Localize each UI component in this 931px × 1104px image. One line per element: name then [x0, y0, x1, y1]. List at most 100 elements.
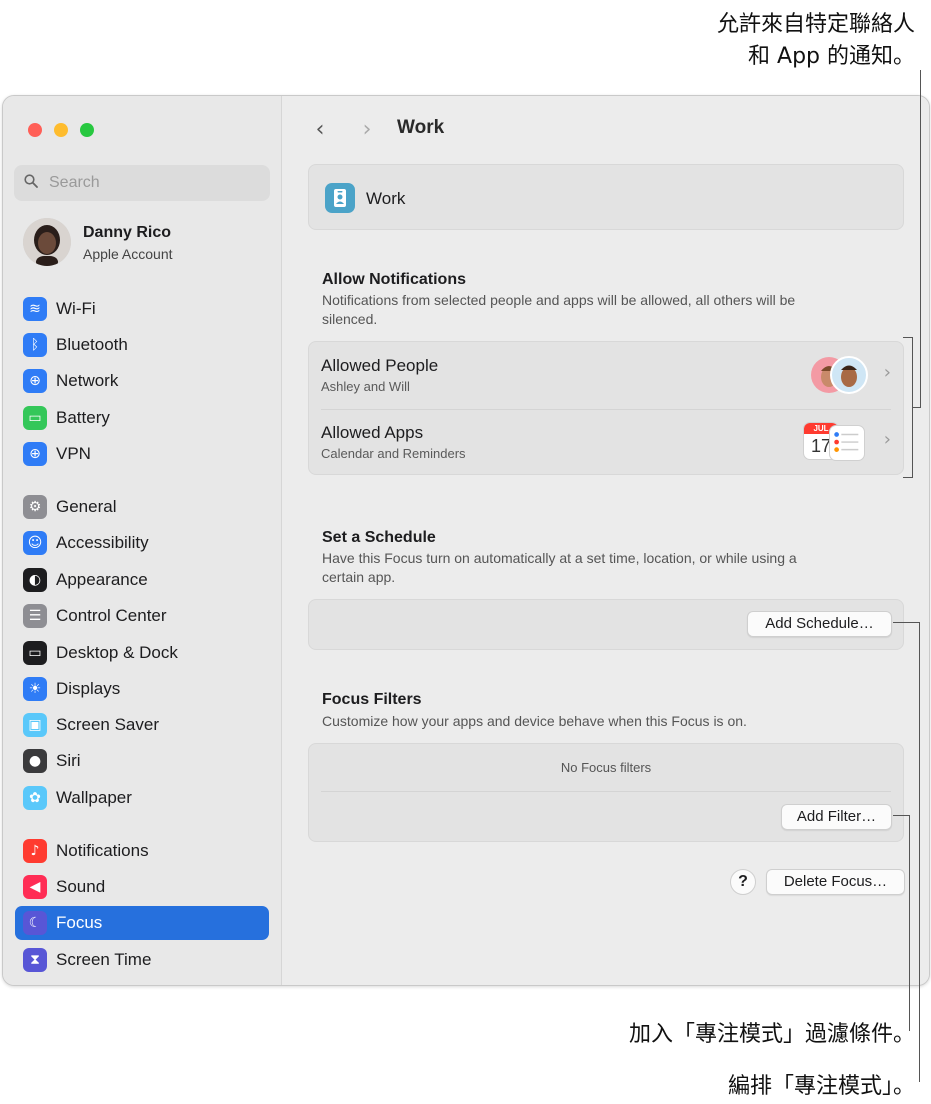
- sidebar-item-siri[interactable]: ● Siri: [15, 744, 269, 778]
- allow-notifications-title: Allow Notifications: [322, 271, 466, 288]
- chevron-right-icon: ›: [883, 429, 891, 450]
- sidebar-item-network[interactable]: ⊕ Network: [15, 364, 269, 398]
- callout-allow-line2: 和 App 的通知。: [748, 44, 915, 69]
- back-button[interactable]: ‹: [308, 116, 332, 144]
- wifi-icon: ≋: [23, 297, 47, 321]
- sidebar-item-label: Siri: [56, 751, 81, 770]
- no-focus-filters-text: No Focus filters: [560, 760, 652, 775]
- search-placeholder: Search: [49, 174, 100, 191]
- close-window-button[interactable]: [28, 123, 42, 137]
- search-field[interactable]: Search: [14, 165, 270, 201]
- people-avatars-icon: [809, 355, 871, 395]
- reminders-app-icon: [829, 425, 865, 461]
- help-button[interactable]: ?: [730, 869, 756, 895]
- gear-icon: ⚙: [23, 495, 47, 519]
- sidebar-item-displays[interactable]: ☀ Displays: [15, 672, 269, 706]
- bracket-vertical: [912, 337, 913, 478]
- sidebar-item-label: General: [56, 497, 117, 516]
- control-center-icon: ☰: [23, 604, 47, 628]
- callout-line-schedule-v: [919, 622, 920, 1082]
- sidebar-item-label: Network: [56, 371, 119, 390]
- focus-name: Work: [366, 189, 406, 208]
- sidebar-item-focus[interactable]: ☾ Focus: [15, 906, 269, 940]
- sidebar-item-label: VPN: [56, 444, 91, 463]
- apple-account[interactable]: Danny Rico Apple Account: [23, 218, 273, 268]
- siri-icon: ●: [23, 749, 47, 773]
- sidebar-item-notifications[interactable]: ♪ Notifications: [15, 834, 269, 868]
- search-icon: [24, 174, 38, 188]
- callout-filter: 加入「專注模式」過濾條件。: [628, 1022, 915, 1047]
- bracket-bottom: [903, 477, 913, 478]
- vpn-globe-icon: ⊕: [23, 442, 47, 466]
- flower-icon: ✿: [23, 786, 47, 810]
- sidebar-item-label: Wi-Fi: [56, 299, 96, 318]
- appearance-icon: ◐: [23, 568, 47, 592]
- sidebar-item-screen-time[interactable]: ⧗ Screen Time: [15, 943, 269, 977]
- screen-saver-icon: ▣: [23, 713, 47, 737]
- sidebar-item-sound[interactable]: ◀ Sound: [15, 870, 269, 904]
- add-filter-button[interactable]: Add Filter…: [781, 804, 892, 830]
- avatar: [23, 218, 71, 266]
- allowed-apps-row[interactable]: Allowed Apps Calendar and Reminders JUL …: [309, 409, 903, 476]
- allowed-people-title: Allowed People: [321, 356, 439, 375]
- sidebar-item-wi-fi[interactable]: ≋ Wi-Fi: [15, 292, 269, 326]
- moon-icon: ☾: [23, 911, 47, 935]
- page-title: Work: [397, 117, 445, 138]
- account-subtitle: Apple Account: [83, 246, 173, 262]
- sidebar-item-battery[interactable]: ▭ Battery: [15, 401, 269, 435]
- sidebar-item-bluetooth[interactable]: ᛒ Bluetooth: [15, 328, 269, 362]
- callout-line-top: [920, 70, 921, 408]
- schedule-card: Add Schedule…: [308, 599, 904, 650]
- id-badge-icon: [325, 183, 355, 213]
- sidebar-item-label: Screen Saver: [56, 715, 159, 734]
- sidebar-item-label: Battery: [56, 408, 110, 427]
- delete-focus-button[interactable]: Delete Focus…: [766, 869, 905, 895]
- sidebar-item-vpn[interactable]: ⊕ VPN: [15, 437, 269, 471]
- sidebar-item-label: Sound: [56, 877, 106, 896]
- sun-icon: ☀: [23, 677, 47, 701]
- allowed-apps-subtitle: Calendar and Reminders: [321, 446, 466, 461]
- chevron-right-icon: ›: [883, 362, 891, 383]
- schedule-desc: Have this Focus turn on automatically at…: [322, 550, 797, 585]
- sidebar-item-label: Notifications: [56, 841, 149, 860]
- sidebar-item-label: Wallpaper: [56, 788, 132, 807]
- focus-filters-title: Focus Filters: [322, 691, 422, 708]
- sidebar-item-label: Control Center: [56, 606, 167, 625]
- sidebar-item-label: Accessibility: [56, 533, 149, 552]
- globe-icon: ⊕: [23, 369, 47, 393]
- forward-button[interactable]: ›: [355, 116, 379, 144]
- sidebar-item-control-center[interactable]: ☰ Control Center: [15, 599, 269, 633]
- focus-filters-desc: Customize how your apps and device behav…: [322, 713, 747, 729]
- focus-filters-card: No Focus filters Add Filter…: [308, 743, 904, 842]
- allowed-apps-title: Allowed Apps: [321, 423, 424, 442]
- bracket-top: [903, 337, 913, 338]
- add-schedule-button[interactable]: Add Schedule…: [747, 611, 892, 637]
- main-pane: ‹ › Work Work Allow Notifications Notifi…: [282, 96, 929, 985]
- sidebar-item-accessibility[interactable]: ☺ Accessibility: [15, 526, 269, 560]
- allow-notifications-desc: Notifications from selected people and a…: [322, 292, 796, 327]
- sidebar-item-label: Appearance: [56, 570, 148, 589]
- callout-line-top-branch: [912, 407, 921, 408]
- row-divider: [321, 791, 891, 792]
- sidebar: Search Danny Rico Apple Account ≋ Wi-Fi ᛒ B…: [3, 96, 282, 985]
- schedule-title: Set a Schedule: [322, 529, 436, 546]
- sidebar-item-screen-saver[interactable]: ▣ Screen Saver: [15, 708, 269, 742]
- sidebar-item-label: Desktop & Dock: [56, 643, 178, 662]
- sidebar-item-label: Screen Time: [56, 950, 152, 969]
- hourglass-icon: ⧗: [23, 948, 47, 972]
- dock-icon: ▭: [23, 641, 47, 665]
- minimize-window-button[interactable]: [54, 123, 68, 137]
- callout-allow-line1: 允許來自特定聯絡人: [716, 12, 915, 37]
- settings-window: Search Danny Rico Apple Account ≋ Wi-Fi ᛒ B…: [2, 95, 930, 986]
- callout-line-schedule-h: [893, 622, 920, 623]
- sidebar-item-wallpaper[interactable]: ✿ Wallpaper: [15, 781, 269, 815]
- bluetooth-icon: ᛒ: [23, 333, 47, 357]
- callout-schedule: 編排「專注模式」。: [727, 1074, 915, 1099]
- sidebar-item-general[interactable]: ⚙ General: [15, 490, 269, 524]
- zoom-window-button[interactable]: [80, 123, 94, 137]
- sidebar-item-desktop-dock[interactable]: ▭ Desktop & Dock: [15, 636, 269, 670]
- sidebar-item-label: Displays: [56, 679, 121, 698]
- sidebar-item-appearance[interactable]: ◐ Appearance: [15, 563, 269, 597]
- allowed-people-row[interactable]: Allowed People Ashley and Will ›: [309, 342, 903, 409]
- allowed-people-subtitle: Ashley and Will: [321, 379, 410, 394]
